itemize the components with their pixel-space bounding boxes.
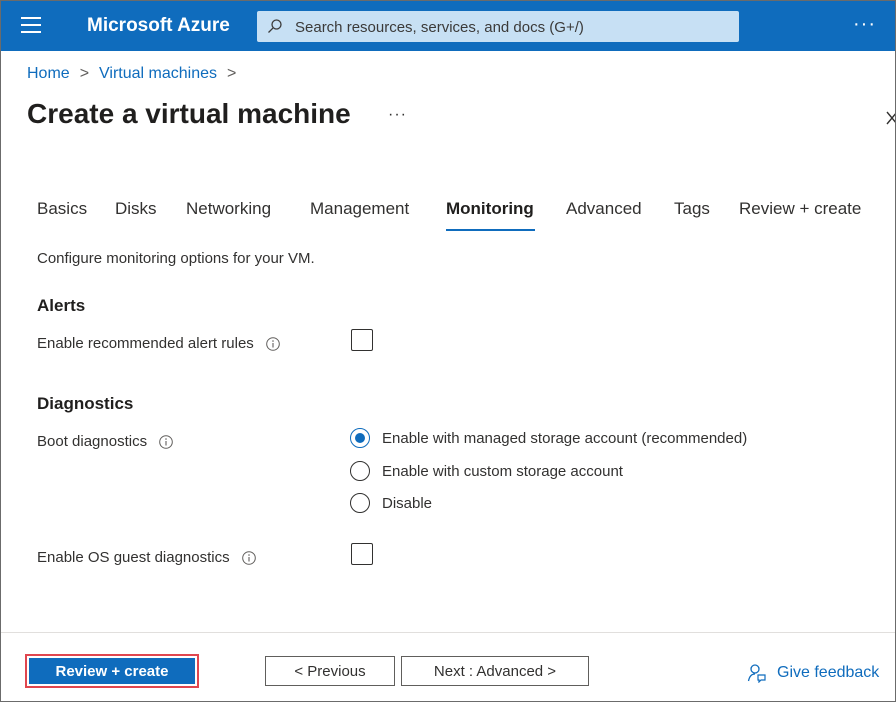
- tab-networking[interactable]: Networking: [186, 199, 271, 219]
- hamburger-menu-icon[interactable]: [21, 17, 41, 35]
- radio-unselected[interactable]: [350, 493, 370, 513]
- info-icon[interactable]: [265, 336, 280, 351]
- breadcrumb: Home > Virtual machines >: [27, 65, 246, 83]
- search-box[interactable]: [257, 11, 739, 42]
- boot-diagnostics-label: Boot diagnostics: [37, 433, 173, 450]
- more-options-icon[interactable]: ···: [853, 13, 876, 36]
- os-guest-checkbox[interactable]: [351, 543, 373, 565]
- brand-title[interactable]: Microsoft Azure: [87, 15, 230, 37]
- footer-divider: [1, 632, 895, 633]
- give-feedback-link[interactable]: Give feedback: [747, 663, 879, 683]
- review-create-button[interactable]: Review + create: [29, 658, 195, 684]
- tab-advanced[interactable]: Advanced: [566, 199, 642, 219]
- tab-management[interactable]: Management: [310, 199, 409, 219]
- close-icon[interactable]: [885, 109, 896, 127]
- alert-rules-checkbox[interactable]: [351, 329, 373, 351]
- top-bar: Microsoft Azure ···: [1, 1, 895, 51]
- alert-rules-label-text: Enable recommended alert rules: [37, 335, 254, 352]
- breadcrumb-home[interactable]: Home: [27, 65, 70, 83]
- diagnostics-heading: Diagnostics: [37, 394, 134, 413]
- boot-option-managed-label: Enable with managed storage account (rec…: [382, 429, 748, 447]
- alerts-heading: Alerts: [37, 296, 86, 315]
- next-advanced-button[interactable]: Next : Advanced >: [401, 656, 589, 686]
- feedback-icon: [747, 664, 766, 683]
- chevron-right-icon: >: [227, 65, 237, 82]
- give-feedback-label: Give feedback: [777, 664, 880, 681]
- boot-option-disable[interactable]: Disable: [350, 493, 432, 513]
- tab-review-create[interactable]: Review + create: [739, 199, 861, 219]
- tab-disks[interactable]: Disks: [115, 199, 157, 219]
- tab-monitoring[interactable]: Monitoring: [446, 199, 534, 219]
- boot-diagnostics-label-text: Boot diagnostics: [37, 433, 148, 450]
- os-guest-label-text: Enable OS guest diagnostics: [37, 549, 230, 566]
- chevron-right-icon: >: [79, 65, 90, 82]
- azure-portal-window: Microsoft Azure ··· Home > Virtual machi…: [0, 0, 896, 702]
- boot-option-custom[interactable]: Enable with custom storage account: [350, 461, 623, 481]
- radio-unselected[interactable]: [350, 461, 370, 481]
- tab-tags[interactable]: Tags: [674, 199, 710, 219]
- boot-option-managed[interactable]: Enable with managed storage account (rec…: [350, 428, 747, 448]
- breadcrumb-virtual-machines[interactable]: Virtual machines: [99, 65, 217, 83]
- review-create-highlight: Review + create: [25, 654, 199, 688]
- boot-option-disable-label: Disable: [382, 494, 433, 512]
- previous-button[interactable]: < Previous: [265, 656, 395, 686]
- os-guest-label: Enable OS guest diagnostics: [37, 549, 256, 566]
- radio-selected[interactable]: [350, 428, 370, 448]
- page-description: Configure monitoring options for your VM…: [37, 250, 315, 267]
- boot-option-custom-label: Enable with custom storage account: [382, 462, 623, 480]
- title-more-icon[interactable]: ···: [388, 106, 407, 124]
- info-icon[interactable]: [159, 434, 173, 449]
- alert-rules-label: Enable recommended alert rules: [37, 335, 280, 352]
- tab-basics[interactable]: Basics: [37, 199, 87, 219]
- info-icon[interactable]: [241, 550, 256, 565]
- active-tab-indicator: [446, 229, 535, 231]
- search-input[interactable]: [293, 16, 727, 38]
- search-icon: [268, 19, 282, 33]
- page-title: Create a virtual machine: [27, 98, 351, 129]
